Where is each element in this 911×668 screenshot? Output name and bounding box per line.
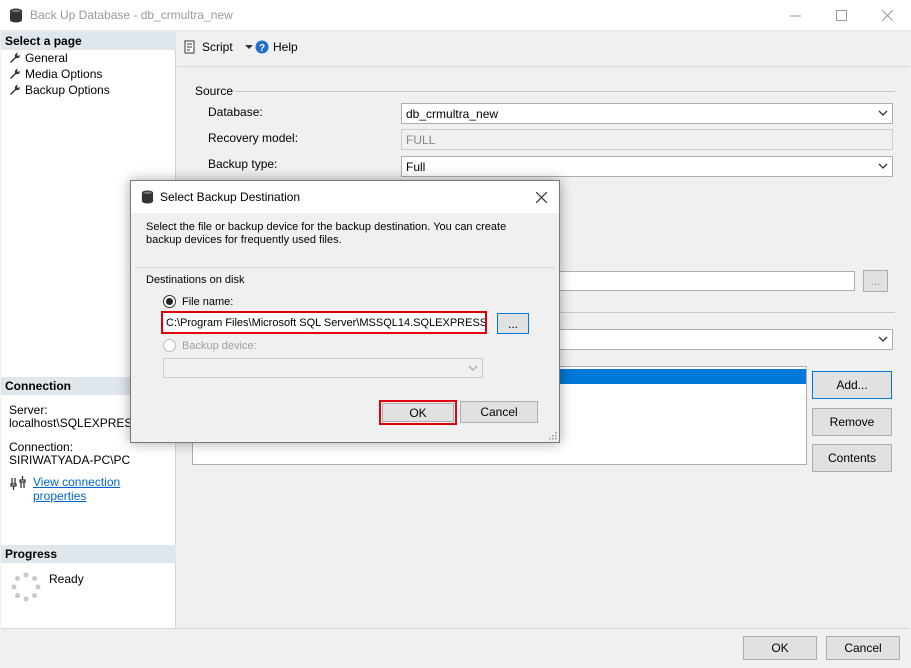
page-item-media-options[interactable]: Media Options [9,66,102,82]
remove-button[interactable]: Remove [812,408,892,436]
help-label: Help [273,40,298,54]
backup-device-radio[interactable] [163,339,176,352]
script-label: Script [202,40,233,54]
page-item-label: Backup Options [25,83,110,97]
maximize-button[interactable] [818,0,864,31]
connection-plug-icon [10,476,26,490]
wrench-icon [10,84,21,95]
page-item-label: General [25,51,68,65]
close-icon [535,191,547,203]
file-name-radio[interactable] [163,295,176,308]
wrench-icon [10,52,21,63]
close-icon [881,10,893,21]
destination-divider [557,312,895,313]
dialog-ok-highlight: OK [379,400,457,425]
toolbar: Script ? Help [177,32,910,67]
window-title: Back Up Database - db_crmultra_new [30,8,233,22]
help-button[interactable]: ? Help [255,40,298,54]
database-label: Database: [208,105,263,119]
maximize-icon [835,10,847,21]
backup-type-combo[interactable]: Full [401,156,893,177]
file-name-radio-option[interactable]: File name: [163,295,233,308]
backup-type-label: Backup type: [208,157,278,171]
server-label: Server: [9,403,48,417]
server-value: localhost\SQLEXPRESS [9,416,141,430]
progress-header: Progress [1,545,176,563]
chevron-down-icon [878,336,888,342]
script-button[interactable]: Script [184,40,255,54]
cancel-button[interactable]: Cancel [826,636,900,660]
recovery-model-field: FULL [401,129,893,150]
database-combo[interactable]: db_crmultra_new [401,103,893,124]
database-icon [10,8,22,23]
recovery-model-label: Recovery model: [208,131,299,145]
wrench-icon [10,68,21,79]
file-browse-label: ... [507,316,518,331]
file-name-label: File name: [182,295,234,308]
file-name-input[interactable]: C:\Program Files\Microsoft SQL Server\MS… [161,311,487,334]
backup-type-value: Full [406,159,426,174]
connection-value: SIRIWATYADA-PC\PC [9,453,131,467]
chevron-down-icon [878,163,888,169]
progress-status: Ready [49,572,84,586]
backup-device-radio-option[interactable]: Backup device: [163,339,257,352]
database-icon [141,190,154,204]
minimize-icon [789,15,801,17]
backup-device-combo[interactable] [163,358,483,378]
footer: OK Cancel [1,628,910,668]
ok-label: OK [771,641,789,655]
select-page-header: Select a page [1,32,176,50]
title-bar: Back Up Database - db_crmultra_new [0,0,911,31]
dialog-close-button[interactable] [533,189,549,205]
dialog-divider [135,267,555,268]
browse-label: ... [870,274,881,288]
help-icon: ? [255,40,269,54]
dialog-title-bar: Select Backup Destination [131,181,559,213]
destinations-on-disk-label: Destinations on disk [146,274,245,286]
backup-device-label: Backup device: [182,339,257,352]
remove-label: Remove [829,415,875,429]
dropdown-arrow-icon [244,45,253,49]
page-item-label: Media Options [25,67,103,81]
close-button[interactable] [864,0,910,31]
source-divider [235,91,895,92]
database-value: db_crmultra_new [406,106,499,121]
minimize-button[interactable] [772,0,818,31]
chevron-down-icon [878,110,888,116]
contents-label: Contents [827,451,877,465]
dialog-title: Select Backup Destination [160,190,301,204]
browse-button-disabled[interactable]: ... [863,270,888,292]
dialog-cancel-button[interactable]: Cancel [460,401,538,423]
source-section-label: Source [195,84,234,98]
dialog-cancel-label: Cancel [480,405,518,419]
ok-button[interactable]: OK [743,636,817,660]
page-item-general[interactable]: General [9,50,68,66]
connection-label: Connection: [9,440,74,454]
add-button[interactable]: Add... [812,371,892,399]
dialog-description: Select the file or backup device for the… [146,221,507,246]
dialog-ok-label: OK [409,405,427,420]
page-item-backup-options[interactable]: Backup Options [9,82,110,98]
file-browse-button[interactable]: ... [497,313,529,334]
chevron-down-icon [468,365,478,371]
add-label: Add... [836,378,868,392]
progress-spinner-icon [11,572,41,602]
script-icon [184,40,195,54]
cancel-label: Cancel [844,641,882,655]
select-backup-destination-dialog: Select Backup Destination Select the fil… [130,180,560,443]
resize-grip-icon[interactable] [548,431,557,440]
file-name-value: C:\Program Files\Microsoft SQL Server\MS… [166,316,487,329]
dialog-ok-button[interactable]: OK [382,403,454,422]
view-connection-properties-link[interactable]: View connection properties [33,475,175,503]
recovery-model-value: FULL [406,132,436,147]
contents-button[interactable]: Contents [812,444,892,472]
svg-text:?: ? [259,43,265,54]
